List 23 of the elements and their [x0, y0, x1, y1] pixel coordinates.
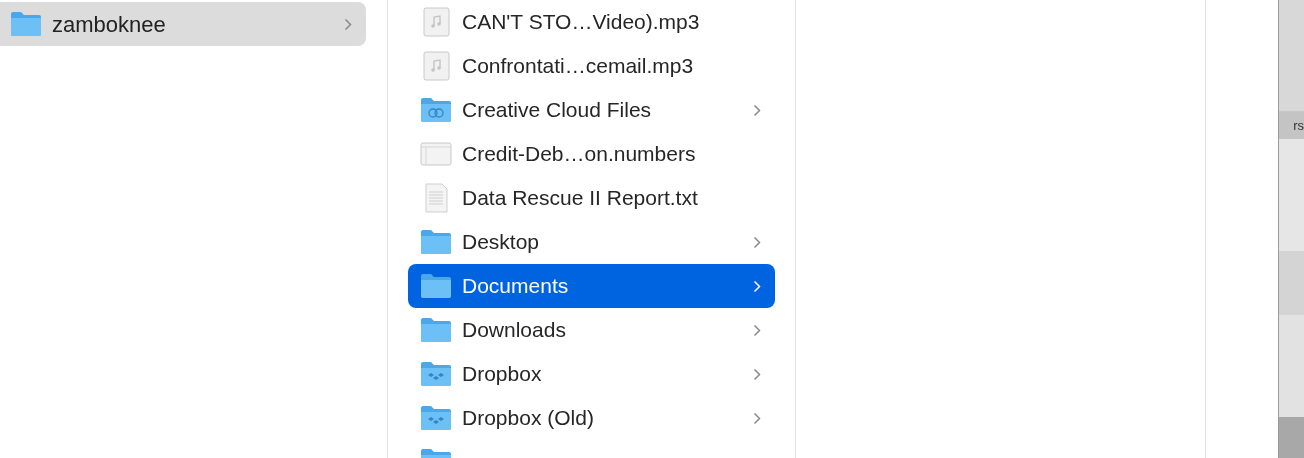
file-row[interactable]: Dropbox	[408, 352, 775, 396]
sidebar-item[interactable]: zamboknee	[0, 2, 366, 46]
window-footer	[1279, 417, 1304, 458]
file-row[interactable]: Credit-Deb…on.numbers	[408, 132, 775, 176]
folder-icon	[420, 317, 452, 343]
file-row[interactable]: CAN'T STO…Video).mp3	[408, 0, 775, 44]
dropbox-folder-icon	[420, 405, 452, 431]
music-file-icon	[420, 7, 452, 37]
column-header-text: rs	[1293, 116, 1304, 135]
cloud-folder-icon	[420, 97, 452, 123]
folder-icon	[420, 273, 452, 299]
file-row[interactable]: Creative Cloud Files	[408, 88, 775, 132]
file-row[interactable]: Dropbox (Old)	[408, 396, 775, 440]
folder-icon	[10, 11, 42, 37]
folder-icon	[420, 229, 452, 255]
file-row[interactable]: Data Rescue II Report.txt	[408, 176, 775, 220]
dropbox-folder-icon	[420, 361, 452, 387]
file-row[interactable]: Downloads	[408, 308, 775, 352]
file-row[interactable]: Desktop	[408, 220, 775, 264]
file-row[interactable]: Confrontati…cemail.mp3	[408, 44, 775, 88]
file-row[interactable]: Documents	[408, 264, 775, 308]
music-file-icon	[420, 51, 452, 81]
spreadsheet-file-icon	[420, 141, 452, 167]
